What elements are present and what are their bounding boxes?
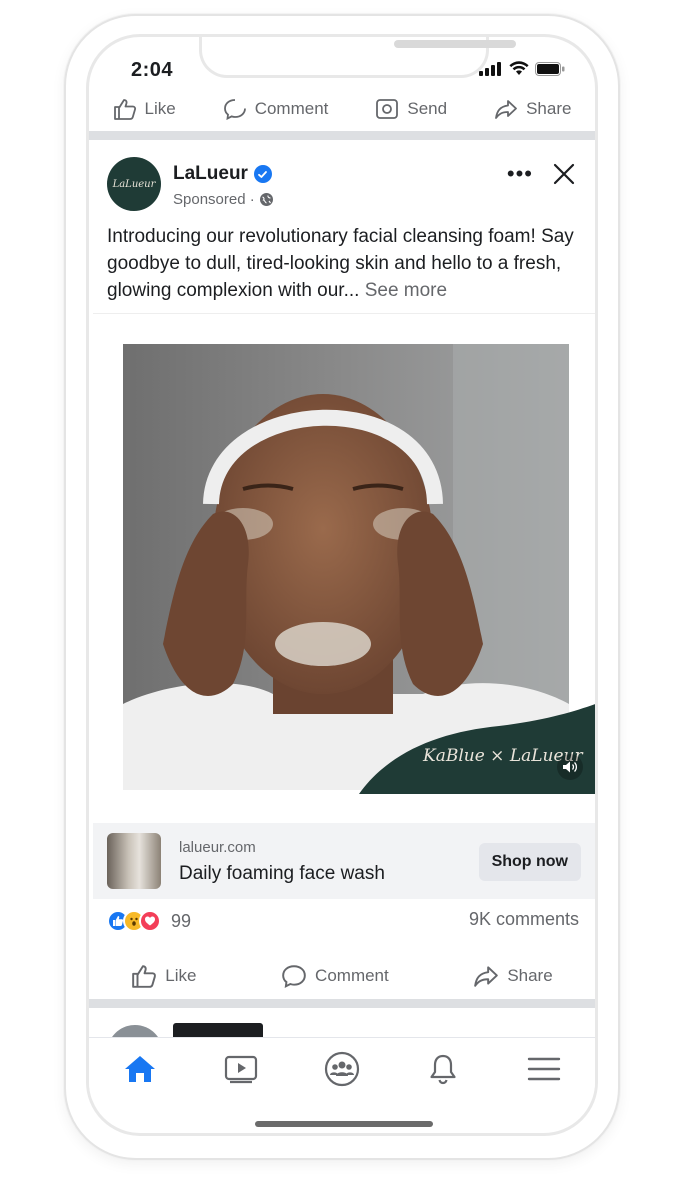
comment-icon [282, 965, 306, 988]
share-label: Share [526, 99, 572, 118]
share-button[interactable]: Share [494, 98, 571, 120]
tab-menu[interactable] [519, 1047, 569, 1091]
post-caption: Introducing our revolutionary facial cle… [107, 223, 587, 304]
comment-button[interactable]: Comment [223, 98, 329, 120]
tab-notifications[interactable] [418, 1047, 468, 1091]
share-icon [495, 100, 517, 119]
sponsored-label: Sponsored · [173, 191, 274, 208]
post-share-label: Share [507, 966, 553, 985]
post-share-button[interactable]: Share [473, 964, 553, 988]
tab-groups[interactable] [317, 1047, 367, 1091]
post-header: LaLueur LaLueur Sponsored · ••• [89, 141, 595, 221]
comments-count[interactable]: 9K comments [469, 909, 579, 930]
link-title: Daily foaming face wash [179, 863, 385, 884]
avatar-logo-text: LaLueur [112, 178, 156, 190]
share-icon [474, 966, 499, 987]
post-comment-label: Comment [315, 966, 389, 985]
reaction-icons [107, 910, 161, 932]
menu-icon [528, 1057, 561, 1080]
post-like-button[interactable]: Like [131, 964, 196, 988]
phone-screen: 2:04 Like Comment Send Share LaLueur LaL… [86, 34, 598, 1136]
thumbs-up-icon [113, 99, 136, 120]
post-comment-button[interactable]: Comment [281, 964, 389, 988]
reaction-summary[interactable]: 99 [107, 909, 191, 933]
previous-post-actions: Like Comment Send Share [89, 91, 595, 127]
link-preview[interactable]: lalueur.com Daily foaming face wash Shop… [93, 823, 595, 899]
status-time: 2:04 [131, 59, 174, 81]
post-media[interactable]: KaBlue × LaLueur [93, 313, 595, 823]
feed-divider [89, 999, 595, 1008]
home-icon [124, 1055, 155, 1082]
like-button[interactable]: Like [113, 98, 176, 120]
comment-label: Comment [254, 99, 329, 118]
sponsored-text: Sponsored · [173, 191, 255, 208]
notch [199, 37, 516, 78]
verified-badge-icon [253, 165, 272, 183]
messenger-icon [376, 99, 399, 119]
tab-video[interactable] [216, 1047, 266, 1091]
tab-home[interactable] [115, 1047, 165, 1091]
home-indicator[interactable] [255, 1121, 433, 1127]
caption-text: Introducing our revolutionary facial cle… [107, 226, 574, 301]
wifi-icon [509, 61, 529, 75]
product-thumbnail [107, 833, 161, 889]
more-options-icon[interactable]: ••• [507, 161, 533, 187]
next-post-peek [89, 1017, 595, 1037]
post-like-label: Like [165, 966, 197, 985]
feed-divider [89, 131, 595, 140]
speaker [394, 40, 516, 48]
page-name[interactable]: LaLueur [173, 163, 272, 185]
bottom-tab-bar [89, 1037, 595, 1099]
shop-now-button[interactable]: Shop now [478, 843, 581, 881]
see-more-link[interactable]: See more [365, 280, 447, 301]
thumbs-up-icon [132, 965, 157, 988]
video-icon [224, 1055, 257, 1083]
bell-icon [430, 1054, 456, 1084]
signal-icon [479, 61, 501, 76]
link-domain: lalueur.com [179, 839, 256, 856]
groups-icon [324, 1051, 360, 1086]
like-label: Like [144, 99, 176, 118]
next-post-avatar [107, 1025, 163, 1037]
status-icons [479, 61, 565, 76]
close-icon[interactable] [551, 161, 577, 187]
reaction-count: 99 [171, 910, 192, 931]
globe-icon [259, 193, 273, 206]
comment-icon [223, 99, 246, 120]
page-name-text: LaLueur [173, 163, 248, 184]
next-post-name [173, 1023, 263, 1037]
send-label: Send [407, 99, 448, 118]
love-reaction-icon [139, 910, 161, 932]
page-avatar[interactable]: LaLueur [107, 157, 161, 211]
post-actions: Like Comment Share [89, 955, 595, 997]
volume-icon[interactable] [557, 754, 583, 780]
battery-icon [535, 61, 565, 76]
send-button[interactable]: Send [375, 98, 447, 120]
